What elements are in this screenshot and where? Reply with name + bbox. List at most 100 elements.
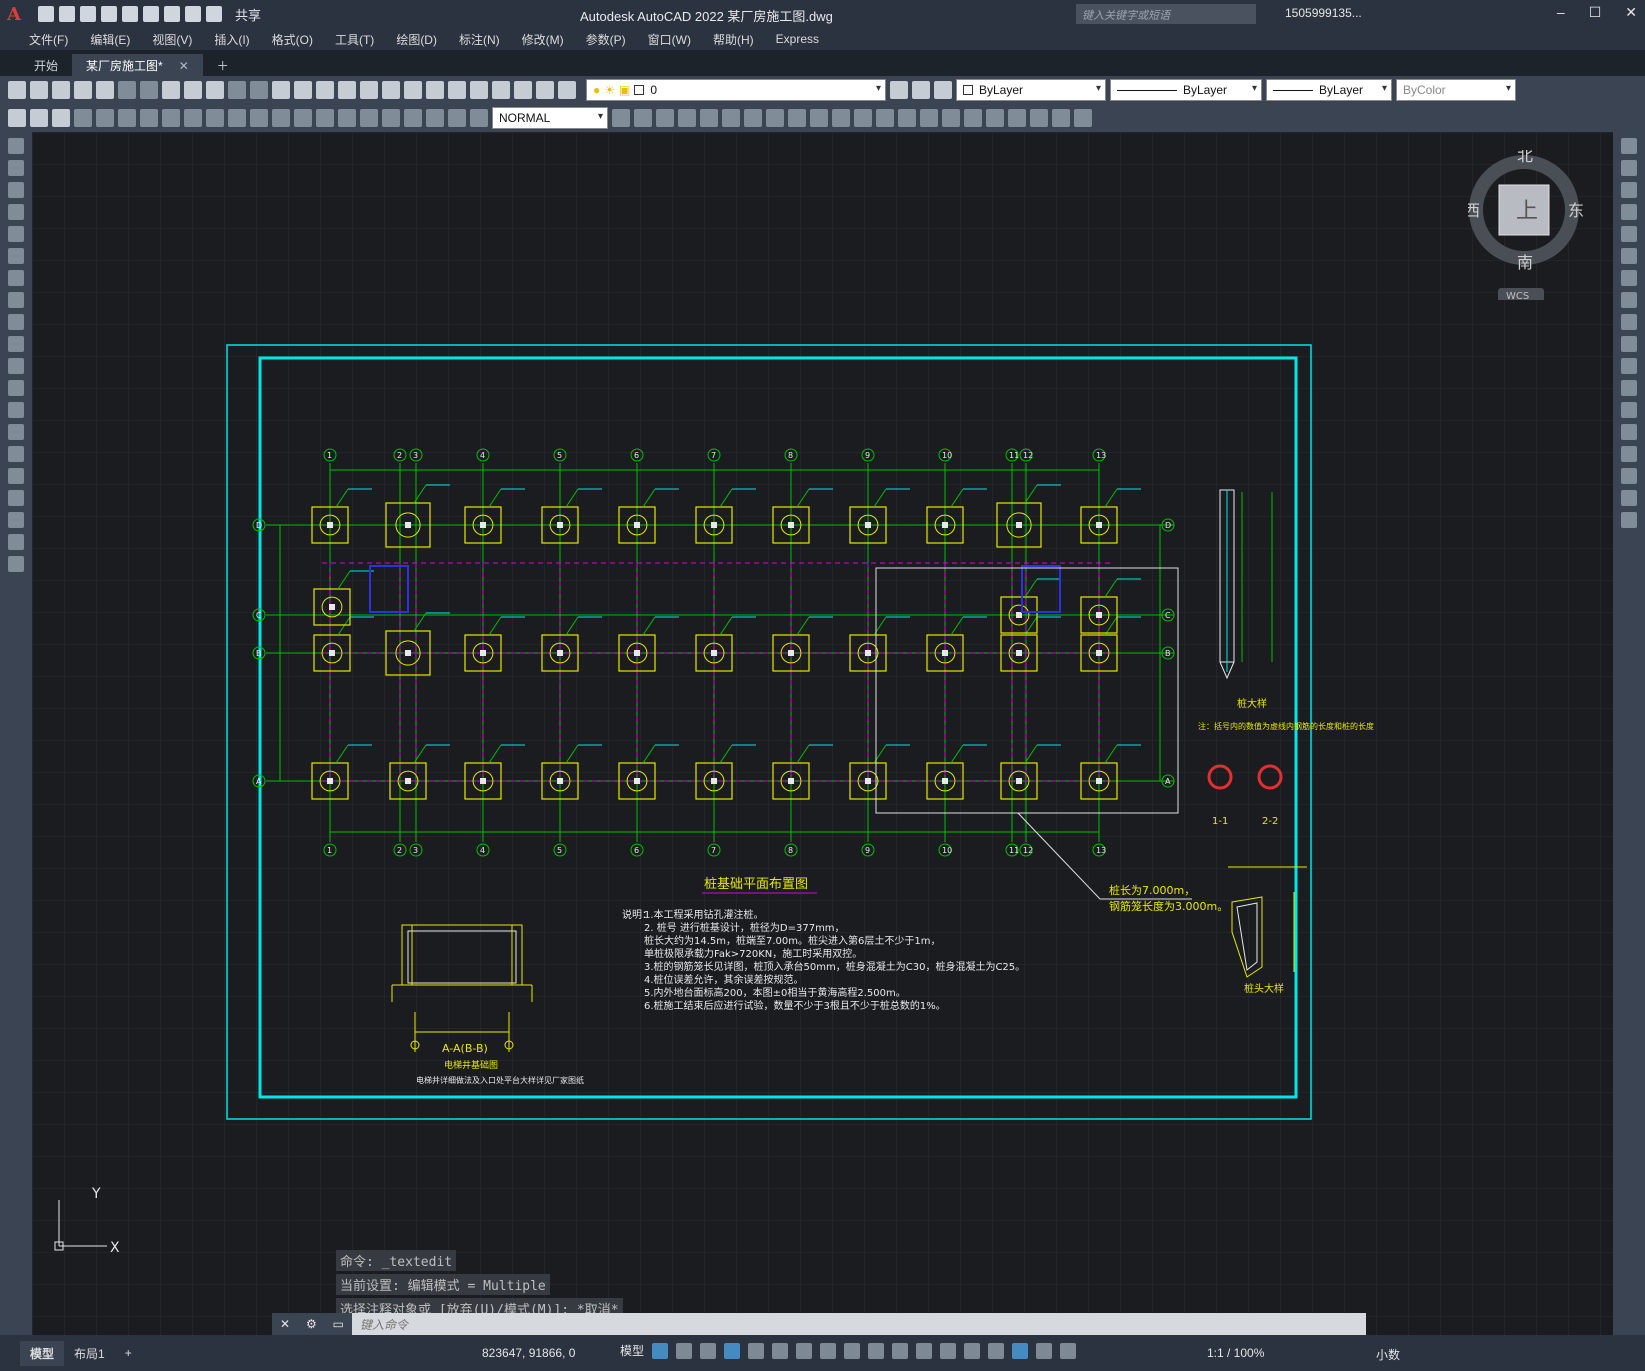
menu-file[interactable]: 文件(F)	[18, 31, 79, 48]
grid-icon[interactable]	[652, 1342, 669, 1359]
menu-parametric[interactable]: 参数(P)	[575, 31, 637, 48]
tool-icon[interactable]	[832, 109, 850, 127]
tool-icon[interactable]	[986, 109, 1004, 127]
viewcube-south[interactable]: 南	[1517, 253, 1533, 272]
zoom-previous-icon[interactable]	[382, 81, 400, 99]
menu-format[interactable]: 格式(O)	[261, 31, 324, 48]
tab-layout1[interactable]: 布局1	[64, 1341, 115, 1366]
coordinates-readout[interactable]: 823647, 91866, 0	[482, 1346, 575, 1360]
cut-icon[interactable]	[162, 81, 180, 99]
tab-drawing[interactable]: 某厂房施工图* ✕	[72, 54, 203, 76]
scale-icon[interactable]	[1621, 292, 1637, 308]
make-current-icon[interactable]	[890, 81, 908, 99]
chamfer-icon[interactable]	[1621, 446, 1637, 462]
gizmo-icon[interactable]	[988, 1342, 1005, 1359]
rotate-icon[interactable]	[1621, 270, 1637, 286]
markup-icon[interactable]	[492, 81, 510, 99]
diameter-icon[interactable]	[206, 109, 224, 127]
tool-icon[interactable]	[964, 109, 982, 127]
offset-icon[interactable]	[1621, 204, 1637, 220]
menu-view[interactable]: 视图(V)	[141, 31, 203, 48]
dim-style-icon[interactable]	[612, 109, 630, 127]
viewcube[interactable]: 上 北 南 东 西 WCS	[1468, 150, 1588, 300]
fillet-icon[interactable]	[1621, 468, 1637, 484]
publish-icon[interactable]	[118, 81, 136, 99]
properties-icon[interactable]	[404, 81, 422, 99]
add-layout-button[interactable]: +	[115, 1342, 142, 1364]
viewcube-west[interactable]: 西	[1468, 201, 1480, 220]
zoom-window-icon[interactable]	[360, 81, 378, 99]
auto-scale-icon[interactable]	[1036, 1342, 1053, 1359]
linetype-dropdown[interactable]: ByLayer	[1110, 79, 1262, 101]
undo-icon[interactable]	[185, 6, 201, 22]
web-save-icon[interactable]	[143, 6, 159, 22]
save-icon[interactable]	[80, 6, 96, 22]
polyline-icon[interactable]	[8, 182, 24, 198]
tool-icon[interactable]	[1008, 109, 1026, 127]
open-icon[interactable]	[59, 6, 75, 22]
make-block-icon[interactable]	[8, 402, 24, 418]
tool-icon[interactable]	[1052, 109, 1070, 127]
new-icon[interactable]	[38, 6, 54, 22]
mtext-icon[interactable]	[8, 534, 24, 550]
angular-icon[interactable]	[228, 109, 246, 127]
copy-icon[interactable]	[1621, 160, 1637, 176]
dynamic-ucs-icon[interactable]	[940, 1342, 957, 1359]
arc-length-icon[interactable]	[118, 109, 136, 127]
tab-start[interactable]: 开始	[20, 54, 72, 76]
block-editor-icon[interactable]	[250, 81, 268, 99]
circle-icon[interactable]	[8, 270, 24, 286]
layer-previous-icon[interactable]	[912, 81, 930, 99]
save-as-icon[interactable]	[101, 6, 117, 22]
arc-icon[interactable]	[8, 248, 24, 264]
sheet-set-icon[interactable]	[470, 81, 488, 99]
array-icon[interactable]	[1621, 226, 1637, 242]
redo-icon[interactable]	[206, 6, 222, 22]
paste-icon[interactable]	[206, 81, 224, 99]
tool-icon[interactable]	[634, 109, 652, 127]
tool-icon[interactable]	[744, 109, 762, 127]
annotation-visibility-icon[interactable]	[1012, 1342, 1029, 1359]
construction-line-icon[interactable]	[8, 160, 24, 176]
lineweight-icon[interactable]	[844, 1342, 861, 1359]
spline-icon[interactable]	[8, 314, 24, 330]
3d-dwf-icon[interactable]	[140, 81, 158, 99]
annotation-scale[interactable]: 1:1 / 100%	[1207, 1346, 1264, 1360]
tool-icon[interactable]	[1074, 109, 1092, 127]
save-icon[interactable]	[52, 81, 70, 99]
menu-dimension[interactable]: 标注(N)	[448, 31, 511, 48]
tool-icon[interactable]	[722, 109, 740, 127]
viewcube-north[interactable]: 北	[1517, 150, 1533, 165]
dimstyle-dropdown[interactable]: NORMAL	[492, 107, 608, 129]
tool-icon[interactable]	[854, 109, 872, 127]
break-point-icon[interactable]	[1621, 380, 1637, 396]
units-readout[interactable]: 小数	[1376, 1346, 1400, 1363]
revcloud-icon[interactable]	[8, 292, 24, 308]
infer-icon[interactable]	[700, 1342, 717, 1359]
aligned-dim-icon[interactable]	[96, 109, 114, 127]
add-selected-icon[interactable]	[8, 556, 24, 572]
move-icon[interactable]	[1621, 248, 1637, 264]
gradient-icon[interactable]	[8, 468, 24, 484]
menu-express[interactable]: Express	[765, 32, 830, 46]
stretch-icon[interactable]	[1621, 314, 1637, 330]
tab-model[interactable]: 模型	[20, 1340, 65, 1366]
dim-edit-icon[interactable]	[448, 109, 466, 127]
transparency-icon[interactable]	[868, 1342, 885, 1359]
tool-icon[interactable]	[942, 109, 960, 127]
menu-tools[interactable]: 工具(T)	[324, 31, 385, 48]
tool-icon[interactable]	[920, 109, 938, 127]
close-tab-icon[interactable]: ✕	[179, 59, 189, 73]
plot-icon[interactable]	[74, 81, 92, 99]
user-account[interactable]: 1505999135...	[1285, 6, 1362, 20]
baseline-icon[interactable]	[272, 109, 290, 127]
mirror-icon[interactable]	[1621, 182, 1637, 198]
match-prop-icon[interactable]	[228, 81, 246, 99]
layer-state-icon[interactable]	[934, 81, 952, 99]
zoom-realtime-icon[interactable]	[338, 81, 356, 99]
tool-icon[interactable]	[876, 109, 894, 127]
ellipse-arc-icon[interactable]	[8, 358, 24, 374]
tool-icon[interactable]	[656, 109, 674, 127]
line-icon[interactable]	[8, 138, 24, 154]
object-snap-tracking-icon[interactable]	[796, 1342, 813, 1359]
